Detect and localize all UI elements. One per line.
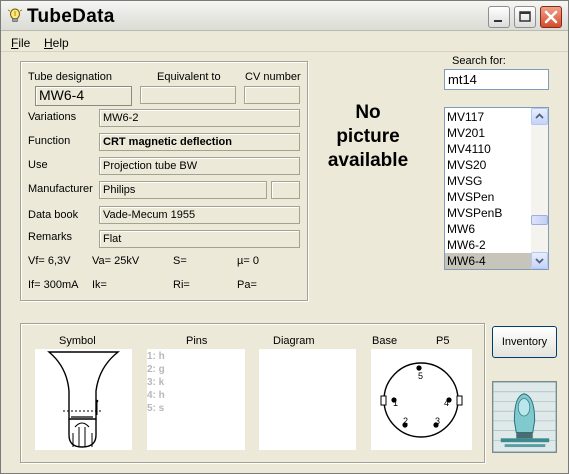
- tube-list-item[interactable]: MVSPen: [445, 189, 531, 205]
- va-value: Va= 25kV: [92, 255, 140, 267]
- tube-logo-icon[interactable]: [492, 381, 557, 453]
- app-window: TubeData File Help Tube designation Equi…: [0, 0, 569, 474]
- tube-list-item[interactable]: MVS20: [445, 157, 531, 173]
- inventory-button[interactable]: Inventory: [492, 326, 557, 358]
- mu-value: µ= 0: [237, 255, 259, 267]
- tube-list-item-selected[interactable]: MW6-4: [445, 253, 531, 269]
- use-field[interactable]: Projection tube BW: [99, 157, 300, 175]
- base-pin-label: 2: [403, 416, 408, 426]
- designation-field[interactable]: MW6-4: [35, 86, 132, 106]
- maximize-icon: [519, 11, 531, 22]
- title-bar[interactable]: TubeData: [1, 1, 568, 31]
- no-picture-line-2: picture: [336, 126, 400, 147]
- diagram-panel: [259, 349, 356, 450]
- remarks-label: Remarks: [28, 231, 73, 243]
- scroll-down-icon: [535, 258, 544, 264]
- ri-value: Ri=: [173, 279, 190, 291]
- vf-value: Vf= 6,3V: [28, 255, 71, 267]
- designation-label: Tube designation: [28, 71, 112, 83]
- base-pin-label: 3: [435, 416, 440, 426]
- menu-file-label: ile: [18, 36, 31, 50]
- base-title: Base: [372, 335, 398, 347]
- no-picture-message: No picture available: [319, 101, 417, 173]
- pin-entry: 2: g: [147, 364, 165, 375]
- menu-bar: File Help: [1, 32, 568, 52]
- cv-number-field[interactable]: [244, 86, 300, 104]
- remarks-field[interactable]: Flat: [99, 230, 300, 248]
- search-input[interactable]: [444, 69, 549, 90]
- equivalent-label: Equivalent to: [157, 71, 221, 83]
- ik-value: Ik=: [92, 279, 107, 291]
- variations-field[interactable]: MW6-2: [99, 109, 300, 127]
- search-label: Search for:: [452, 55, 506, 67]
- tube-list-item[interactable]: MV117: [445, 109, 531, 125]
- base-panel: 5 1 4 2 3: [371, 349, 472, 450]
- base-pin-label: 4: [444, 398, 449, 408]
- base-pin-label: 1: [393, 398, 398, 408]
- use-label: Use: [28, 159, 48, 171]
- minimize-button[interactable]: [488, 6, 510, 28]
- diagram-title: Diagram: [273, 335, 315, 347]
- cv-number-label: CV number: [245, 71, 301, 83]
- pin-entry: 5: s: [147, 403, 165, 414]
- pin-entry: 3: k: [147, 377, 165, 388]
- tube-listbox[interactable]: MV117 MV201 MV4110 MVS20 MVSG MVSPen MVS…: [444, 107, 549, 270]
- function-field[interactable]: CRT magnetic deflection: [99, 133, 300, 151]
- crt-symbol-icon: [47, 351, 121, 448]
- tube-list-item[interactable]: MV4110: [445, 141, 531, 157]
- equivalent-field[interactable]: [140, 86, 236, 104]
- bulb-icon: [7, 8, 23, 22]
- tube-list-item[interactable]: MW6: [445, 221, 531, 237]
- pins-panel: 1: h 2: g 3: k 4: h 5: s: [147, 349, 245, 450]
- tube-list-item[interactable]: MW6-2: [445, 237, 531, 253]
- menu-help[interactable]: Help: [44, 36, 69, 50]
- variations-label: Variations: [28, 111, 77, 123]
- databook-field[interactable]: Vade-Mecum 1955: [99, 206, 300, 224]
- tube-list-item[interactable]: MVSG: [445, 173, 531, 189]
- close-icon: [544, 10, 558, 24]
- no-picture-line-1: No: [355, 102, 381, 123]
- minimize-icon: [494, 20, 502, 22]
- pa-value: Pa=: [237, 279, 257, 291]
- s-value: S=: [173, 255, 187, 267]
- window-title: TubeData: [27, 6, 115, 27]
- manufacturer-label: Manufacturer: [28, 183, 93, 195]
- base-pinout-icon: 5 1 4 2 3: [380, 362, 463, 438]
- pins-title: Pins: [186, 335, 208, 347]
- menu-help-accesskey: H: [44, 36, 53, 50]
- tube-symbol-panel: [35, 349, 132, 450]
- list-scrollbar[interactable]: [531, 108, 548, 269]
- scroll-up-button[interactable]: [531, 108, 548, 125]
- tube-list-items: MV117 MV201 MV4110 MVS20 MVSG MVSPen MVS…: [445, 109, 531, 269]
- maximize-button[interactable]: [514, 6, 536, 28]
- base-code: P5: [436, 335, 450, 347]
- pin-entry: 4: h: [147, 390, 165, 401]
- manufacturer-code-field[interactable]: [271, 181, 300, 199]
- no-picture-line-3: available: [327, 150, 409, 171]
- databook-label: Data book: [28, 209, 79, 221]
- scroll-thumb[interactable]: [531, 215, 548, 225]
- pin-entry: 1: h: [147, 351, 165, 362]
- scroll-up-icon: [535, 113, 544, 119]
- if-value: If= 300mA: [28, 279, 79, 291]
- close-button[interactable]: [540, 6, 562, 28]
- base-pin-label: 5: [418, 371, 423, 381]
- function-label: Function: [28, 135, 71, 147]
- menu-file[interactable]: File: [11, 36, 30, 50]
- menu-help-label: elp: [52, 36, 69, 50]
- tube-list-item[interactable]: MV201: [445, 125, 531, 141]
- scroll-down-button[interactable]: [531, 252, 548, 269]
- manufacturer-field[interactable]: Philips: [99, 181, 267, 199]
- symbol-title: Symbol: [59, 335, 96, 347]
- tube-list-item[interactable]: MVSPenB: [445, 205, 531, 221]
